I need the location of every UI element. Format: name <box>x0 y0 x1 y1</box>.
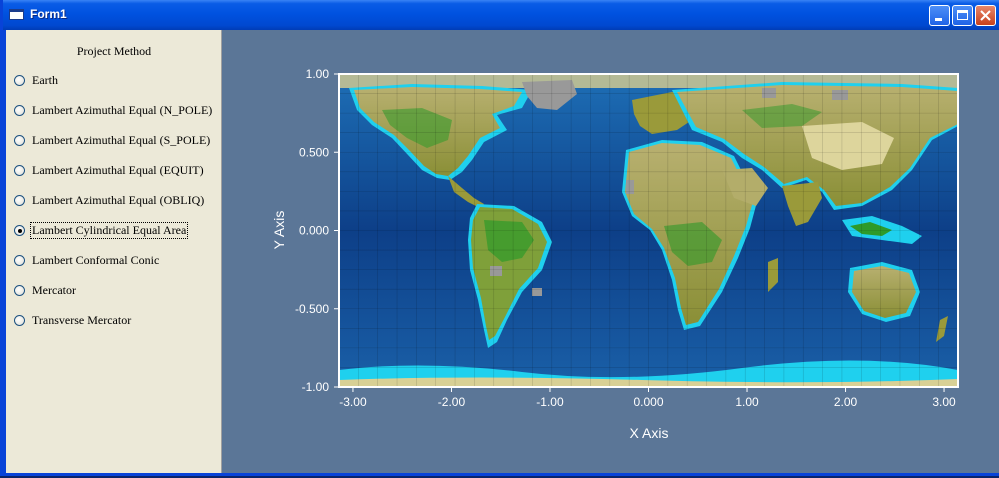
radio-label[interactable]: Lambert Cylindrical Equal Area <box>29 221 189 239</box>
y-tick-label: -0.500 <box>295 302 329 316</box>
x-axis-label: X Axis <box>630 425 669 441</box>
close-button[interactable] <box>975 5 996 26</box>
radio-button-icon[interactable] <box>14 314 25 326</box>
maximize-icon <box>957 10 968 20</box>
radio-button-icon[interactable] <box>14 254 25 266</box>
radio-label[interactable]: Mercator <box>31 283 77 298</box>
radio-label[interactable]: Lambert Azimuthal Equal (S_POLE) <box>31 133 211 148</box>
y-tick-label: 0.500 <box>299 145 329 159</box>
radio-lambert-n-pole[interactable]: Lambert Azimuthal Equal (N_POLE) <box>14 101 213 119</box>
radio-button-icon[interactable] <box>14 194 25 206</box>
x-tick-label: 2.00 <box>834 395 858 409</box>
y-axis-label: Y Axis <box>271 211 287 250</box>
x-tick-label: 3.00 <box>932 395 956 409</box>
maximize-button[interactable] <box>952 5 973 26</box>
window-title: Form1 <box>30 7 67 21</box>
y-tick-label: 1.00 <box>306 67 330 81</box>
x-tick-label: -3.00 <box>339 395 367 409</box>
y-axis-ticks: 1.00 0.500 0.000 -0.500 -1.00 <box>295 67 339 394</box>
world-map-image <box>339 74 958 387</box>
y-tick-label: 0.000 <box>299 224 329 238</box>
radio-button-icon[interactable] <box>14 284 25 296</box>
title-bar[interactable]: Form1 <box>3 0 999 30</box>
radio-lambert-obliq[interactable]: Lambert Azimuthal Equal (OBLIQ) <box>14 191 205 209</box>
gray-patch <box>832 90 848 100</box>
close-icon <box>980 10 991 21</box>
radio-button-icon[interactable] <box>14 104 25 116</box>
radio-label[interactable]: Lambert Conformal Conic <box>31 253 160 268</box>
radio-transverse-mercator[interactable]: Transverse Mercator <box>14 311 132 329</box>
x-tick-label: -2.00 <box>438 395 466 409</box>
radio-label[interactable]: Earth <box>31 73 59 88</box>
radio-mercator[interactable]: Mercator <box>14 281 77 299</box>
x-axis-ticks: -3.00 -2.00 -1.00 0.000 1.00 2.00 3.00 <box>339 387 956 409</box>
plot-area: -3.00 -2.00 -1.00 0.000 1.00 2.00 3.00 1.00 0.5… <box>222 30 999 473</box>
y-tick-label: -1.00 <box>302 380 330 394</box>
window-icon <box>9 9 24 20</box>
client-area: Project Method Earth Lambert Azimuthal E… <box>6 30 999 473</box>
minimize-icon <box>935 18 942 21</box>
x-tick-label: -1.00 <box>536 395 564 409</box>
minimize-button[interactable] <box>929 5 950 26</box>
radio-button-icon[interactable] <box>14 164 25 176</box>
radio-lambert-cylindrical[interactable]: Lambert Cylindrical Equal Area <box>14 221 189 239</box>
gray-patch <box>490 266 502 276</box>
radio-earth[interactable]: Earth <box>14 71 59 89</box>
radio-button-icon[interactable] <box>14 134 25 146</box>
app-window: Form1 Project Method Earth Lambert Azimu… <box>0 0 999 476</box>
map-chart: -3.00 -2.00 -1.00 0.000 1.00 2.00 3.00 1.00 0.5… <box>271 67 959 441</box>
radio-lambert-equit[interactable]: Lambert Azimuthal Equal (EQUIT) <box>14 161 205 179</box>
x-tick-label: 0.000 <box>633 395 663 409</box>
panel-title: Project Method <box>76 44 152 58</box>
radio-lambert-conformal-conic[interactable]: Lambert Conformal Conic <box>14 251 160 269</box>
gray-patch <box>626 180 634 194</box>
radio-button-icon[interactable] <box>14 74 25 86</box>
radio-label[interactable]: Transverse Mercator <box>31 313 132 328</box>
radio-label[interactable]: Lambert Azimuthal Equal (EQUIT) <box>31 163 205 178</box>
x-tick-label: 1.00 <box>735 395 759 409</box>
radio-lambert-s-pole[interactable]: Lambert Azimuthal Equal (S_POLE) <box>14 131 211 149</box>
projection-panel: Project Method Earth Lambert Azimuthal E… <box>6 30 222 473</box>
radio-button-checked-icon[interactable] <box>14 224 25 236</box>
radio-label[interactable]: Lambert Azimuthal Equal (OBLIQ) <box>31 193 205 208</box>
radio-label[interactable]: Lambert Azimuthal Equal (N_POLE) <box>31 103 213 118</box>
gray-patch <box>762 88 776 98</box>
